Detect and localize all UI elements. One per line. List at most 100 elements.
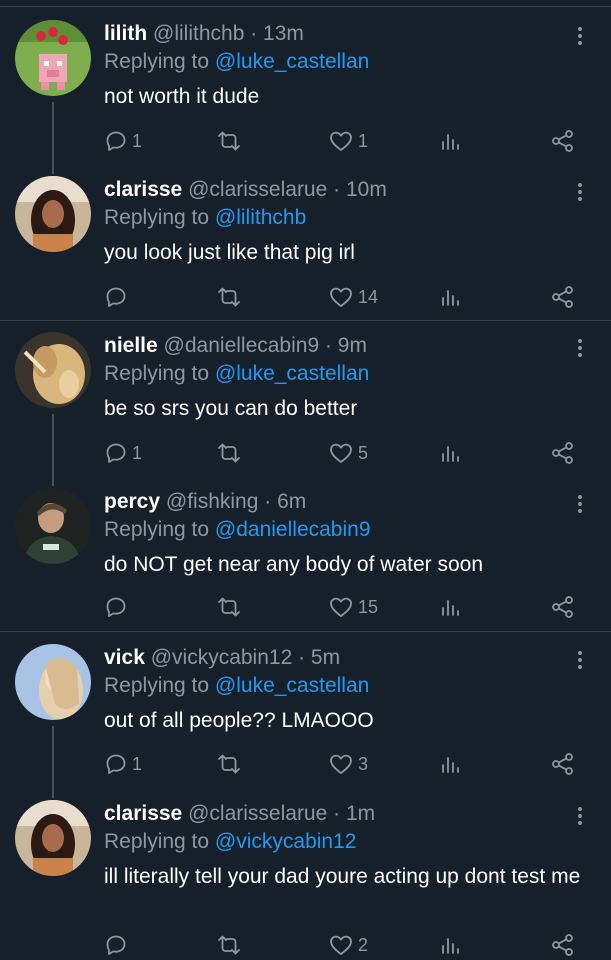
retweet-icon [218,935,240,955]
like-button[interactable]: 3 [328,751,368,777]
tweet-text: be so srs you can do better [104,397,358,420]
timestamp[interactable]: · 6m [264,490,306,513]
display-name[interactable]: nielle [104,334,158,357]
tweet-text: ill literally tell your dad youre acting… [104,865,581,888]
tweet-actions: 14 [104,284,594,310]
retweet-button[interactable] [216,284,242,310]
display-name[interactable]: percy [104,490,160,513]
retweet-button[interactable] [216,440,242,466]
tweet-actions: 2 [104,932,594,958]
display-name[interactable]: vick [104,646,145,669]
share-button[interactable] [550,284,576,310]
more-icon[interactable] [568,492,592,516]
reply-button[interactable] [104,284,132,310]
mention-link[interactable]: @daniellecabin9 [215,518,371,541]
analytics-button[interactable] [440,440,462,466]
reply-count: 1 [132,753,143,774]
reply-button[interactable] [104,594,132,620]
display-name[interactable]: lilith [104,22,147,45]
avatar[interactable] [15,488,91,564]
more-icon[interactable] [568,336,592,360]
like-button[interactable]: 1 [328,128,368,154]
share-icon [552,286,573,308]
more-icon[interactable] [568,804,592,828]
reply-count: 1 [132,130,143,151]
share-button[interactable] [550,594,576,620]
reply-icon [106,935,126,955]
display-name[interactable]: clarisse [104,802,182,825]
like-count: 15 [358,596,379,617]
reply-button[interactable]: 1 [104,128,142,154]
share-icon [552,596,573,618]
retweet-button[interactable] [216,751,242,777]
retweet-icon [218,287,240,307]
timestamp[interactable]: · 1m [333,802,375,825]
timestamp[interactable]: · 10m [333,178,387,201]
share-button[interactable] [550,128,576,154]
reply-button[interactable] [104,932,132,958]
mention-link[interactable]: @vickycabin12 [215,830,357,853]
retweet-icon [218,131,240,151]
avatar[interactable] [15,332,91,408]
reply-icon [106,131,126,151]
mention-link[interactable]: @lilithchb [215,206,306,229]
avatar[interactable] [15,644,91,720]
timestamp[interactable]: · 13m [250,22,304,45]
tweet-header: clarisse @clarisselarue · 10m [104,176,387,204]
timestamp[interactable]: · 9m [325,334,367,357]
like-button[interactable]: 14 [328,284,378,310]
analytics-icon [442,757,459,773]
handle[interactable]: @vickycabin12 [151,646,293,669]
mention-link[interactable]: @luke_castellan [215,362,369,385]
thread-divider [0,320,611,321]
display-name[interactable]: clarisse [104,178,182,201]
share-button[interactable] [550,751,576,777]
reply-button[interactable]: 1 [104,751,142,777]
analytics-button[interactable] [440,751,462,777]
retweet-button[interactable] [216,932,242,958]
share-button[interactable] [550,440,576,466]
analytics-button[interactable] [440,932,462,958]
retweet-button[interactable] [216,128,242,154]
analytics-button[interactable] [440,594,462,620]
like-count: 5 [358,442,369,463]
like-icon [330,754,352,774]
like-icon [330,131,352,151]
reply-icon [106,287,126,307]
avatar[interactable] [15,20,91,96]
share-icon [552,130,573,152]
handle[interactable]: @fishking [166,490,259,513]
more-icon[interactable] [568,648,592,672]
analytics-icon [442,938,459,954]
like-button[interactable]: 2 [328,932,368,958]
replying-to: Replying to @daniellecabin9 [104,516,371,544]
handle[interactable]: @daniellecabin9 [164,334,320,357]
avatar[interactable] [15,800,91,876]
handle[interactable]: @clarisselarue [188,178,327,201]
retweet-icon [218,754,240,774]
avatar[interactable] [15,176,91,252]
more-icon[interactable] [568,180,592,204]
like-button[interactable]: 5 [328,440,368,466]
handle[interactable]: @clarisselarue [188,802,327,825]
more-icon[interactable] [568,24,592,48]
replying-to-label: Replying to [104,50,215,73]
handle[interactable]: @lilithchb [153,22,244,45]
mention-link[interactable]: @luke_castellan [215,674,369,697]
like-icon [330,443,352,463]
mention-link[interactable]: @luke_castellan [215,50,369,73]
analytics-button[interactable] [440,284,462,310]
tweet-actions: 15 [104,594,594,620]
share-button[interactable] [550,932,576,958]
replying-to: Replying to @vickycabin12 [104,828,356,856]
reply-icon [106,754,126,774]
tweet-header: vick @vickycabin12 · 5m [104,644,340,672]
retweet-button[interactable] [216,594,242,620]
retweet-icon [218,597,240,617]
like-button[interactable]: 15 [328,594,378,620]
timestamp[interactable]: · 5m [298,646,340,669]
reply-button[interactable]: 1 [104,440,142,466]
analytics-button[interactable] [440,128,462,154]
replying-to: Replying to @lilithchb [104,204,306,232]
share-icon [552,442,573,464]
